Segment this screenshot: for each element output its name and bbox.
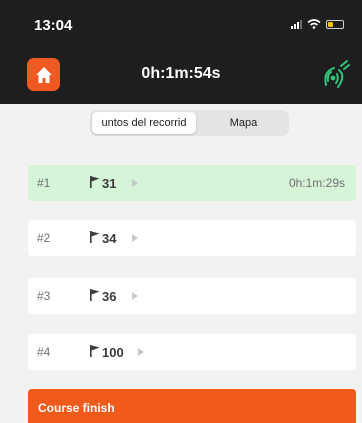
flag-icon <box>90 231 100 243</box>
app-header: 13:04 0h:1m:54s <box>0 0 362 104</box>
elapsed-time-title: 0h:1m:54s <box>141 65 221 82</box>
tab-map[interactable]: Mapa <box>200 112 287 134</box>
signal-bars-icon <box>291 19 302 29</box>
checkpoint-number: 31 <box>102 176 117 191</box>
play-icon[interactable] <box>138 348 144 356</box>
checkpoint-index: #4 <box>37 345 51 359</box>
flag-icon <box>90 289 100 301</box>
status-icons <box>291 19 344 29</box>
checkpoint-number: 34 <box>102 231 117 246</box>
checkpoint-row[interactable]: #4 100 <box>28 334 356 370</box>
checkpoint-number: 100 <box>102 345 124 360</box>
course-finish-label: Course finish <box>38 401 115 415</box>
checkpoint-row[interactable]: #2 34 <box>28 220 356 256</box>
battery-icon <box>326 19 344 29</box>
checkpoint-index: #3 <box>37 289 51 303</box>
checkpoint-index: #2 <box>37 231 51 245</box>
view-segmented-control: untos del recorrid Mapa <box>90 110 289 136</box>
checkpoint-row[interactable]: #3 36 <box>28 278 356 314</box>
status-time: 13:04 <box>34 17 73 34</box>
gps-signal-icon[interactable] <box>322 59 352 89</box>
wifi-icon <box>307 19 321 29</box>
tab-course-points[interactable]: untos del recorrid <box>92 112 196 134</box>
play-icon[interactable] <box>132 179 138 187</box>
checkpoint-index: #1 <box>37 176 51 190</box>
play-icon[interactable] <box>132 292 138 300</box>
play-icon[interactable] <box>132 234 138 242</box>
flag-icon <box>90 176 100 188</box>
checkpoint-row[interactable]: #1 31 0h:1m:29s <box>28 165 356 201</box>
checkpoint-number: 36 <box>102 289 117 304</box>
checkpoint-time: 0h:1m:29s <box>288 176 345 190</box>
course-finish-bar[interactable]: Course finish <box>28 389 356 423</box>
flag-icon <box>90 345 100 357</box>
